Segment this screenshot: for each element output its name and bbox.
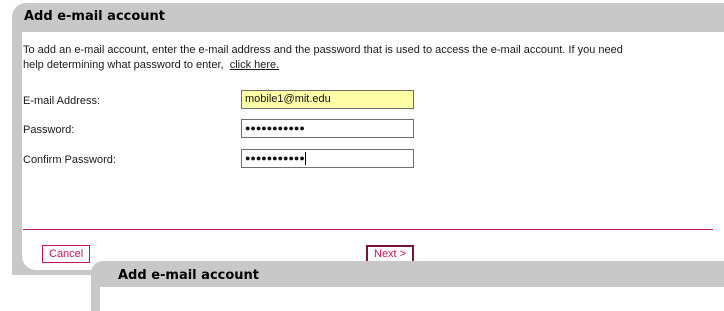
password-value: ●●●●●●●●●●● xyxy=(245,123,305,133)
password-field[interactable]: ●●●●●●●●●●● xyxy=(241,119,414,138)
second-dialog-body xyxy=(100,287,724,311)
cancel-button[interactable]: Cancel xyxy=(42,245,91,263)
text-caret xyxy=(304,151,306,165)
second-dialog-title: Add e-mail account xyxy=(118,268,260,283)
password-label: Password: xyxy=(23,124,75,136)
divider xyxy=(23,229,713,230)
email-field[interactable]: mobile1@mit.edu xyxy=(241,90,414,109)
intro-copy: To add an e-mail account, enter the e-ma… xyxy=(23,44,623,71)
confirm-password-field[interactable]: ●●●●●●●●●●● xyxy=(241,149,414,168)
dialog-title: Add e-mail account xyxy=(24,9,166,24)
confirm-password-value: ●●●●●●●●●●● xyxy=(245,153,305,163)
intro-text: To add an e-mail account, enter the e-ma… xyxy=(23,43,623,73)
email-label: E-mail Address: xyxy=(23,95,101,107)
confirm-password-label: Confirm Password: xyxy=(23,154,116,166)
email-value: mobile1@mit.edu xyxy=(245,93,331,105)
help-link[interactable]: click here. xyxy=(230,59,280,71)
